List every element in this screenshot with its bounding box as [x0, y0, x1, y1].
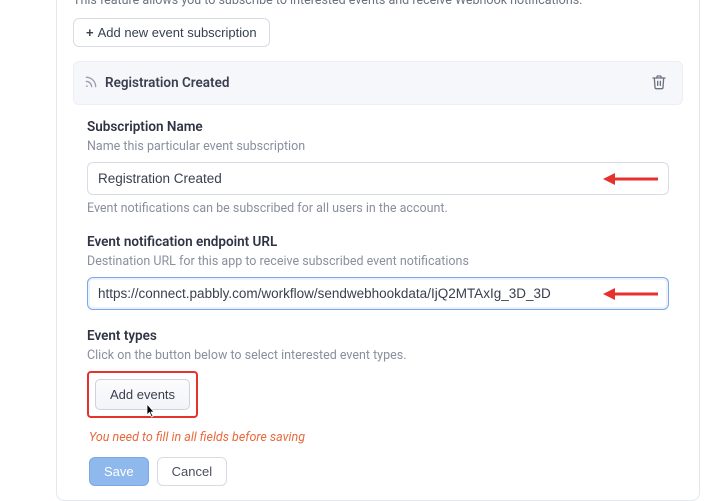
validation-warning: You need to fill in all fields before sa…	[87, 430, 669, 445]
subscription-form: Subscription Name Name this particular e…	[73, 105, 683, 486]
endpoint-url-help: Destination URL for this app to receive …	[87, 254, 669, 269]
rss-icon	[84, 74, 98, 93]
trash-icon	[651, 74, 667, 93]
subscription-name-input[interactable]	[87, 162, 669, 195]
event-types-block: Event types Click on the button below to…	[87, 328, 669, 418]
subscription-name-input-wrap	[87, 162, 669, 195]
add-subscription-label: Add new event subscription	[98, 25, 257, 40]
add-subscription-button[interactable]: + Add new event subscription	[73, 18, 270, 47]
feature-description: This feature allows you to subscribe to …	[73, 0, 683, 8]
cancel-button[interactable]: Cancel	[157, 457, 227, 486]
subscription-name-note: Event notifications can be subscribed fo…	[87, 201, 669, 216]
event-types-help: Click on the button below to select inte…	[87, 348, 669, 363]
subscription-name-label: Subscription Name	[87, 119, 669, 135]
endpoint-url-input[interactable]	[87, 277, 669, 310]
plus-icon: +	[86, 25, 94, 40]
add-events-button[interactable]: Add events	[95, 379, 190, 410]
form-actions: Save Cancel	[87, 457, 669, 486]
subscription-name-block: Subscription Name Name this particular e…	[87, 119, 669, 216]
subscription-header-left: Registration Created	[84, 74, 229, 93]
annotation-highlight-box: Add events	[87, 371, 198, 418]
webhook-settings-panel: This feature allows you to subscribe to …	[56, 0, 700, 501]
endpoint-url-input-wrap	[87, 277, 669, 310]
endpoint-url-block: Event notification endpoint URL Destinat…	[87, 234, 669, 310]
event-types-label: Event types	[87, 328, 669, 344]
save-button[interactable]: Save	[89, 457, 149, 486]
endpoint-url-label: Event notification endpoint URL	[87, 234, 669, 250]
subscription-title: Registration Created	[105, 75, 229, 91]
subscription-header[interactable]: Registration Created	[73, 61, 683, 105]
subscription-name-help: Name this particular event subscription	[87, 139, 669, 154]
delete-subscription-button[interactable]	[646, 70, 672, 96]
